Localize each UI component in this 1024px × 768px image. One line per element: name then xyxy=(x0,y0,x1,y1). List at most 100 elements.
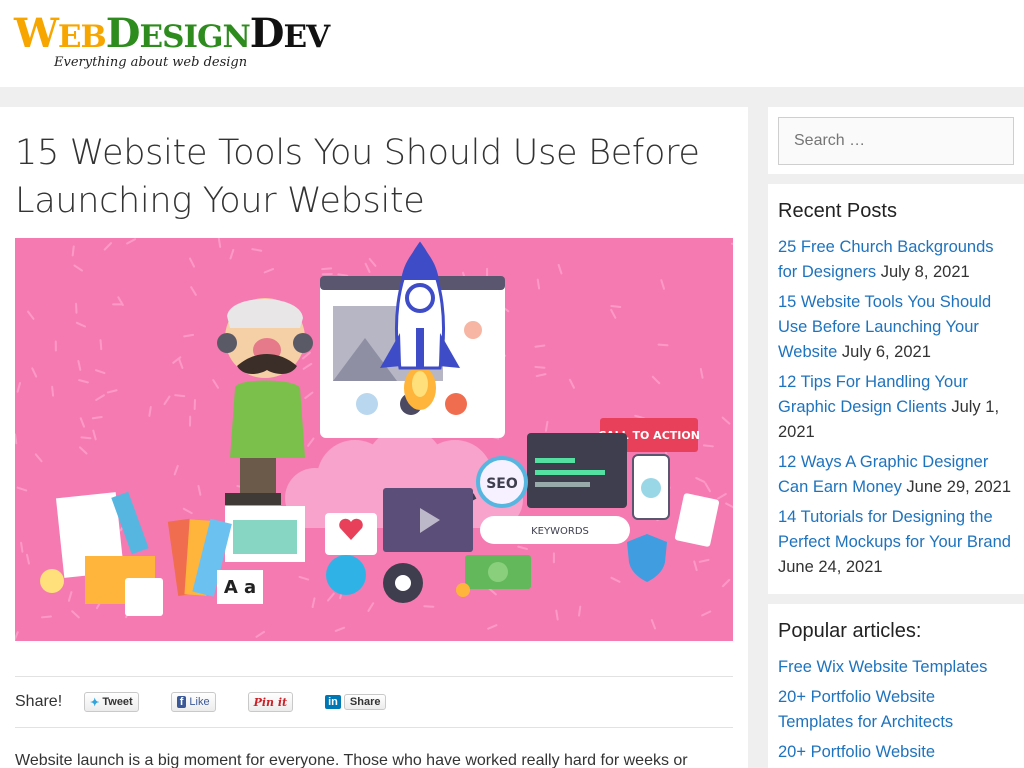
confetti-dash xyxy=(702,444,714,448)
popular-articles-list: Free Wix Website Templates 20+ Portfolio … xyxy=(778,655,1014,765)
confetti-dash xyxy=(94,369,106,375)
confetti-dash xyxy=(535,373,547,378)
facebook-icon: f xyxy=(176,696,187,708)
confetti-dash xyxy=(657,343,669,347)
confetti-dash xyxy=(197,484,202,496)
recent-post-date: July 6, 2021 xyxy=(841,343,931,361)
confetti-dash xyxy=(103,242,113,251)
search-widget xyxy=(768,107,1024,174)
recent-post-link[interactable]: 14 Tutorials for Designing the Perfect M… xyxy=(778,508,1011,551)
confetti-dash xyxy=(15,631,19,641)
linkedin-share-button[interactable]: in Share xyxy=(325,692,387,712)
confetti-dash xyxy=(217,238,222,248)
confetti-dash xyxy=(80,436,92,440)
confetti-dash xyxy=(311,597,316,609)
confetti-dash xyxy=(77,360,82,371)
logo-letter: ESIGN xyxy=(139,19,250,55)
post-title: 15 Website Tools You Should Use Before L… xyxy=(15,133,700,221)
recent-post-item: 12 Tips For Handling Your Graphic Design… xyxy=(778,370,1014,445)
confetti-dash xyxy=(126,238,137,245)
confetti-dash xyxy=(660,279,666,290)
tweet-button[interactable]: ✦ Tweet xyxy=(84,692,139,712)
recent-post-link[interactable]: 12 Tips For Handling Your Graphic Design… xyxy=(778,373,968,416)
confetti-dash xyxy=(173,464,179,476)
confetti-dash xyxy=(229,248,235,260)
confetti-dash xyxy=(367,602,375,612)
pinit-label: Pin it xyxy=(253,695,288,709)
confetti-dash xyxy=(212,379,220,389)
confetti-dash xyxy=(106,389,118,394)
popular-articles-title: Popular articles: xyxy=(778,620,922,642)
confetti-dash xyxy=(263,268,275,274)
logo-letter: W xyxy=(14,10,59,57)
logo-letter: EV xyxy=(283,19,330,55)
popular-article-link[interactable]: Free Wix Website Templates xyxy=(778,655,1014,680)
logo-letter: D xyxy=(105,10,141,57)
confetti-dash xyxy=(701,610,712,617)
linkedin-share-label: Share xyxy=(343,694,387,710)
confetti-dash xyxy=(698,558,710,563)
confetti-dash xyxy=(71,245,75,257)
site-header: WEBDESIGNDEV Everything about web design xyxy=(0,0,1024,87)
popular-article-link[interactable]: 20+ Portfolio Website Templates for Arch… xyxy=(778,685,1014,735)
confetti-dash xyxy=(79,417,86,428)
confetti-dash xyxy=(721,578,731,588)
recent-posts-widget: Recent Posts 25 Free Church Backgrounds … xyxy=(768,184,1024,594)
confetti-dash xyxy=(651,375,661,385)
confetti-dash xyxy=(51,385,55,397)
confetti-dash xyxy=(26,553,31,565)
recent-post-date: July 8, 2021 xyxy=(880,263,970,281)
share-bar: Share! ✦ Tweet f Like Pin it in Share xyxy=(15,687,733,717)
confetti-dash xyxy=(78,379,89,384)
recent-posts-title: Recent Posts xyxy=(778,200,897,222)
confetti-dash xyxy=(730,242,733,245)
confetti-dash xyxy=(695,477,706,483)
confetti-dash xyxy=(693,560,698,572)
confetti-dash xyxy=(534,365,546,369)
confetti-dash xyxy=(251,248,263,252)
confetti-dash xyxy=(337,273,349,277)
confetti-dash xyxy=(568,378,575,389)
confetti-dash xyxy=(302,362,313,370)
confetti-dash xyxy=(650,619,657,630)
confetti-dash xyxy=(92,429,97,441)
confetti-dash xyxy=(178,358,184,369)
confetti-dash xyxy=(99,339,103,351)
pinterest-pin-button[interactable]: Pin it xyxy=(247,692,294,712)
twitter-bird-icon: ✦ xyxy=(90,696,100,709)
confetti-dash xyxy=(725,502,733,509)
confetti-dash xyxy=(34,453,43,463)
confetti-dash xyxy=(188,257,196,268)
popular-articles-widget: Popular articles: Free Wix Website Templ… xyxy=(768,604,1024,768)
confetti-dash xyxy=(487,624,498,630)
tweet-label: Tweet xyxy=(102,696,133,708)
logo-tagline: Everything about web design xyxy=(54,55,248,70)
confetti-dash xyxy=(27,310,35,320)
facebook-like-button[interactable]: f Like xyxy=(170,692,216,712)
confetti-dash xyxy=(71,610,80,619)
featured-image: CALL TO ACTION SEO KEYWORDS A a xyxy=(15,238,733,641)
confetti-dash xyxy=(423,605,435,608)
site-logo[interactable]: WEBDESIGNDEV Everything about web design xyxy=(14,10,330,71)
confetti-dash xyxy=(555,609,559,621)
confetti-dash xyxy=(327,592,335,602)
logo-letter: EB xyxy=(57,19,107,55)
share-label: Share! xyxy=(15,693,63,710)
search-input[interactable] xyxy=(778,117,1014,165)
confetti-dash xyxy=(334,626,346,632)
confetti-dash xyxy=(721,416,731,425)
popular-article-link[interactable]: 20+ Portfolio Website xyxy=(778,740,1014,765)
confetti-dash xyxy=(183,333,195,338)
confetti-dash xyxy=(610,308,617,319)
confetti-dash xyxy=(73,264,84,272)
confetti-dash xyxy=(364,262,371,273)
confetti-dash xyxy=(304,391,314,400)
confetti-dash xyxy=(31,367,38,378)
confetti-dash xyxy=(190,286,197,296)
share-divider-bottom xyxy=(15,727,733,728)
confetti-dash xyxy=(488,587,497,596)
confetti-dash xyxy=(40,615,52,619)
confetti-dash xyxy=(255,630,266,638)
logo-letter: D xyxy=(249,10,285,57)
confetti-dash xyxy=(534,344,546,348)
